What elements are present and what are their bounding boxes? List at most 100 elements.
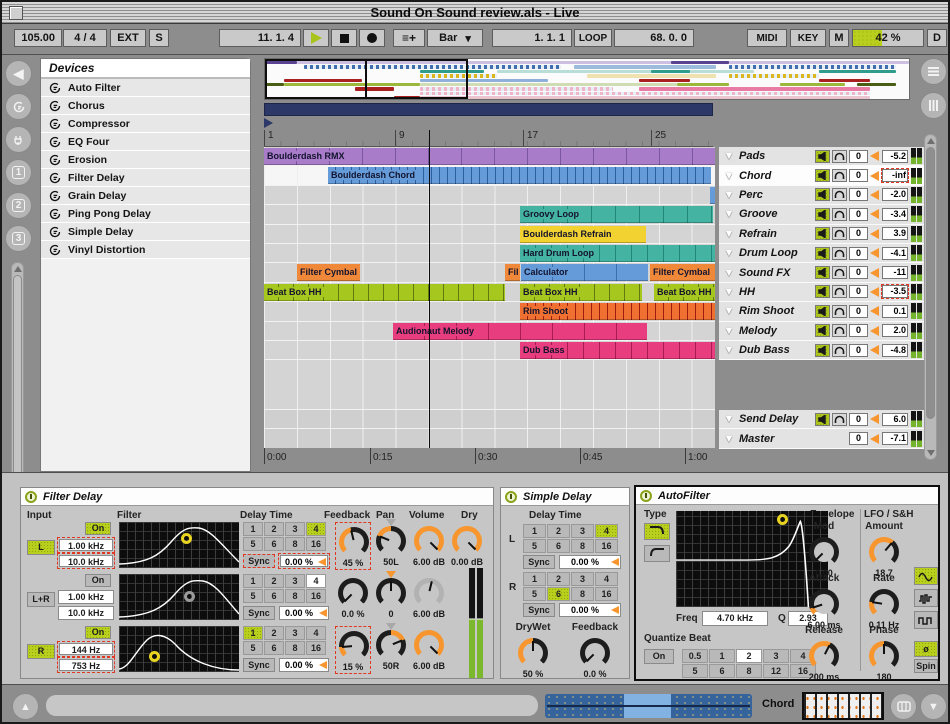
track-fold-icon[interactable]: ▼: [721, 208, 737, 220]
filter-on-button[interactable]: On: [85, 574, 111, 587]
track-header-chord[interactable]: ▼Chord0-inf: [719, 166, 924, 185]
sine-wave-button[interactable]: [914, 567, 938, 585]
time-ruler[interactable]: 0:000:150:300:451:00: [264, 448, 713, 466]
pan-value[interactable]: 0: [849, 227, 868, 240]
solo-button[interactable]: S: [149, 29, 169, 47]
delay-time-grid-cell-3[interactable]: 3: [285, 574, 305, 588]
track-header-master[interactable]: ▼Master0-7.1: [719, 429, 924, 448]
volume-slider-icon[interactable]: [870, 287, 879, 297]
filter-display[interactable]: [119, 522, 239, 568]
delay-time-grid-cell-1[interactable]: 1: [523, 572, 546, 586]
filter-handle[interactable]: [181, 533, 192, 544]
solo-cue-button[interactable]: [832, 266, 847, 279]
track-fold-icon[interactable]: ▼: [721, 228, 737, 240]
delay-time-grid-cell-2[interactable]: 2: [264, 626, 284, 640]
start-marker-icon[interactable]: [264, 118, 273, 128]
browser-item-erosion[interactable]: Erosion: [41, 151, 250, 169]
delay-time-grid-cell-4[interactable]: 4: [306, 522, 326, 536]
delay-time-grid-cell-2[interactable]: 2: [547, 572, 570, 586]
track-fold-icon[interactable]: ▼: [721, 286, 737, 298]
track-activator-button[interactable]: [815, 285, 830, 298]
browser-item-compressor[interactable]: Compressor: [41, 115, 250, 133]
pan-value[interactable]: 0: [849, 285, 868, 298]
delay-time-grid-cell-6[interactable]: 6: [547, 587, 570, 601]
delay-time-grid-cell-6[interactable]: 6: [264, 641, 284, 655]
arrangement-position-field[interactable]: 11. 1. 4: [219, 29, 301, 47]
hide-browser-button[interactable]: ◀: [5, 60, 32, 87]
delay-time-grid-cell-5[interactable]: 5: [243, 589, 263, 603]
folder-1-button[interactable]: 1: [5, 159, 32, 186]
track-fold-icon[interactable]: ▼: [721, 325, 737, 337]
freq-value-field[interactable]: 4.70 kHz: [702, 611, 768, 626]
feedback-control-knob[interactable]: 0.0 %: [577, 634, 613, 682]
delay-time-grid-cell-4[interactable]: 4: [306, 574, 326, 588]
track-header-dub-bass[interactable]: ▼Dub Bass0-4.8: [719, 341, 924, 360]
browser-item-grain-delay[interactable]: Grain Delay: [41, 187, 250, 205]
delay-time-grid-cell-1[interactable]: 1: [243, 574, 263, 588]
clip-calculator[interactable]: Calculator: [521, 264, 648, 281]
solo-cue-button[interactable]: [832, 150, 847, 163]
delay-time-grid-cell-3[interactable]: 3: [285, 626, 305, 640]
delay-time-grid-cell-5[interactable]: 5: [523, 539, 546, 553]
volume-slider-icon[interactable]: [870, 171, 879, 181]
browser-item-filter-delay[interactable]: Filter Delay: [41, 169, 250, 187]
dry-knob[interactable]: 0.00 dB: [449, 522, 485, 570]
volume-value[interactable]: -4.1: [882, 247, 908, 260]
record-button[interactable]: [359, 29, 385, 47]
track-activator-button[interactable]: [815, 413, 830, 426]
quantize-beat-grid-cell-5[interactable]: 5: [682, 664, 708, 678]
sync-button[interactable]: Sync: [243, 554, 275, 568]
track-header-send-delay[interactable]: ▼Send Delay06.0: [719, 410, 924, 429]
delay-offset-field[interactable]: 0.00 %: [279, 658, 329, 672]
filter-on-button[interactable]: On: [85, 522, 111, 535]
volume-value[interactable]: 6.0: [882, 413, 908, 426]
track-header-hh[interactable]: ▼HH0-3.5: [719, 283, 924, 302]
delay-time-grid-cell-3[interactable]: 3: [285, 522, 305, 536]
loop-button[interactable]: LOOP: [574, 29, 612, 47]
session-view-button[interactable]: [920, 58, 947, 85]
clip-overview-waveform[interactable]: [545, 694, 752, 718]
loop-brace[interactable]: [264, 103, 713, 116]
plug-ins-button[interactable]: [5, 126, 32, 153]
tempo-field[interactable]: 105.00: [14, 29, 62, 47]
device-power-icon[interactable]: [505, 491, 517, 503]
scroll-up-icon[interactable]: [927, 138, 935, 144]
delay-time-grid-cell-16[interactable]: 16: [306, 589, 326, 603]
quantize-beat-grid-cell-0.5[interactable]: 0.5: [682, 649, 708, 663]
delay-time-grid-cell-1[interactable]: 1: [243, 522, 263, 536]
delay-time-grid-cell-16[interactable]: 16: [595, 539, 618, 553]
follow-button[interactable]: ≡+: [393, 29, 425, 47]
autofilter-title-bar[interactable]: AutoFilter: [636, 487, 938, 505]
delay-time-grid-cell-4[interactable]: 4: [595, 572, 618, 586]
volume-value[interactable]: -inf: [882, 169, 908, 182]
highpass-type-button[interactable]: [644, 545, 670, 562]
clip-audionaut-melody[interactable]: Audionaut Melody: [393, 323, 647, 340]
pan-value[interactable]: 0: [849, 208, 868, 221]
folder-2-button[interactable]: 2: [5, 192, 32, 219]
filter-freq-field[interactable]: 1.00 kHz: [59, 539, 113, 551]
filter-on-button[interactable]: On: [85, 626, 111, 639]
volume-value[interactable]: 2.0: [882, 324, 908, 337]
quantize-beat-grid-cell-6[interactable]: 6: [709, 664, 735, 678]
delay-offset-field[interactable]: 0.00 %: [559, 555, 621, 569]
delay-time-grid-cell-3[interactable]: 3: [571, 524, 594, 538]
pan-value[interactable]: 0: [849, 344, 868, 357]
track-header-refrain[interactable]: ▼Refrain03.9: [719, 225, 924, 244]
filter-freq-field[interactable]: 10.0 kHz: [59, 555, 113, 567]
phase-control-knob[interactable]: 180: [866, 637, 902, 685]
clip-device-thumbnail[interactable]: [802, 692, 884, 720]
track-lane-row[interactable]: [264, 186, 715, 205]
volume-knob[interactable]: 6.00 dB: [411, 574, 447, 622]
volume-value[interactable]: -5.2: [882, 150, 908, 163]
scrollbar-thumb[interactable]: [926, 147, 935, 419]
track-fold-icon[interactable]: ▼: [721, 344, 737, 356]
hide-detail-button[interactable]: ▼: [920, 693, 947, 720]
volume-value[interactable]: 0.1: [882, 305, 908, 318]
delay-time-grid-cell-4[interactable]: 4: [306, 626, 326, 640]
folder-3-button[interactable]: 3: [5, 225, 32, 252]
volume-slider-icon[interactable]: [870, 434, 879, 444]
delay-time-grid-cell-4[interactable]: 4: [595, 524, 618, 538]
volume-slider-icon[interactable]: [870, 151, 879, 161]
delay-time-grid-cell-6[interactable]: 6: [547, 539, 570, 553]
volume-value[interactable]: -4.8: [882, 344, 908, 357]
